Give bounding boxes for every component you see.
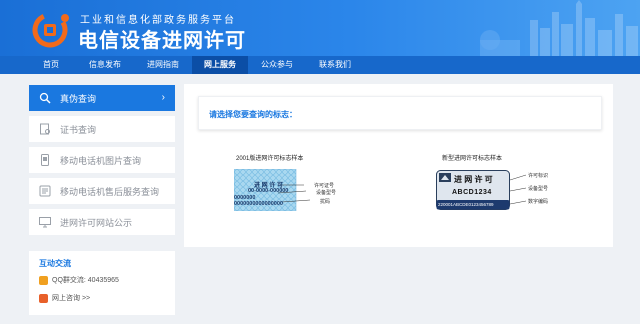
sidebar-item-label: 真伪查询: [60, 93, 97, 104]
online-consult-link[interactable]: 网上咨询 >>: [39, 293, 90, 303]
new-label-pointers: [510, 174, 527, 205]
new-pointer-model: 设备型号: [528, 186, 549, 192]
consult-icon: [39, 293, 48, 303]
main-nav: 首页 信息发布 进网指南 网上服务 公众参与 联系我们: [0, 56, 640, 74]
new-label-model: ABCD1234: [452, 189, 492, 196]
sidebar-item-phone-image-query[interactable]: 移动电话机图片查询: [29, 147, 175, 173]
sidebar-item-label: 移动电话机图片查询: [60, 155, 142, 166]
nav-item-home[interactable]: 首页: [30, 56, 72, 74]
sidebar-item-certificate-query[interactable]: 证书查询: [29, 116, 175, 142]
phone-image-icon: [39, 154, 51, 166]
sidebar-item-label: 证书查询: [60, 124, 97, 135]
old-pointer-scramble: 扰码: [320, 199, 331, 205]
qq-icon: [39, 275, 48, 285]
old-pointer-model: 设备型号: [316, 190, 337, 196]
sidebar-item-label: 移动电话机售后服务查询: [60, 186, 160, 197]
old-label-caption: 2001版进网许可标志样本: [236, 156, 304, 162]
nav-item-contact[interactable]: 联系我们: [306, 56, 364, 74]
select-label-prompt: 请选择您要查询的标志：: [209, 110, 297, 119]
online-consult-text: 网上咨询 >>: [52, 295, 91, 302]
nav-item-online-service[interactable]: 网上服务: [192, 56, 248, 74]
sidebar-item-label: 进网许可网站公示: [60, 217, 133, 228]
certificate-icon: [39, 123, 51, 135]
search-icon: [39, 92, 51, 104]
ministry-logo-icon: [32, 12, 69, 48]
sidebar-item-authenticity-query[interactable]: 真伪查询 ›: [29, 85, 175, 111]
nav-item-public[interactable]: 公众参与: [248, 56, 306, 74]
city-skyline-graphic: [480, 0, 638, 56]
old-pointer-license-no: 许可证号: [314, 183, 335, 189]
qq-group-text: QQ群交流: 40435965: [52, 277, 119, 284]
new-pointer-digital-code: 数字编码: [528, 199, 549, 205]
new-label-title: 进 网 许 可: [454, 175, 493, 184]
prompt-box: 请选择您要查询的标志：: [198, 96, 602, 130]
site-header: 工业和信息化部政务服务平台 电信设备进网许可: [0, 0, 640, 56]
sidebar-item-phone-service-query[interactable]: 移动电话机售后服务查询: [29, 178, 175, 204]
old-label-line1: 00-0000-000000: [248, 188, 289, 194]
computer-icon: [39, 216, 51, 228]
site-title: 电信设备进网许可: [78, 30, 246, 52]
sidebar-item-website-publicity[interactable]: 进网许可网站公示: [29, 209, 175, 235]
nav-item-news[interactable]: 信息发布: [76, 56, 134, 74]
new-label-caption: 新型进网许可标志样本: [442, 156, 503, 162]
interaction-title: 互动交流: [39, 259, 71, 268]
new-label-code: 220001ABCDE0123456789: [438, 202, 494, 207]
interaction-panel: 互动交流 QQ群交流: 40435965 网上咨询 >>: [29, 251, 175, 315]
chevron-right-icon: ›: [161, 92, 165, 103]
nav-item-guide[interactable]: 进网指南: [134, 56, 192, 74]
new-pointer-license-mark: 许可标识: [528, 173, 549, 179]
qq-group-row: QQ群交流: 40435965: [39, 275, 119, 285]
old-label-line3: 0000000000000000: [234, 201, 283, 207]
phone-service-icon: [39, 185, 51, 197]
main-panel: 请选择您要查询的标志： 2001版进网许可标志样本 进 网 许 可 00-000…: [184, 84, 613, 247]
